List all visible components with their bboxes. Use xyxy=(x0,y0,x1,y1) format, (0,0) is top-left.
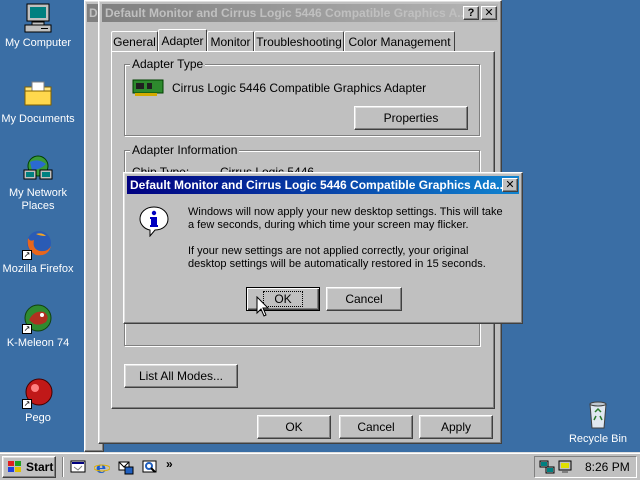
help-button[interactable]: ? xyxy=(463,6,479,20)
internet-explorer-icon[interactable]: e xyxy=(93,458,111,477)
dialog-titlebar: Default Monitor and Cirrus Logic 5446 Co… xyxy=(127,176,519,194)
pego-icon: ↗ xyxy=(22,377,54,409)
tab-monitor[interactable]: Monitor xyxy=(207,31,254,51)
close-icon: ✕ xyxy=(484,6,494,19)
tab-color-management[interactable]: Color Management xyxy=(344,31,455,51)
svg-text:e: e xyxy=(96,459,106,475)
dialog-message-2: If your new settings are not applied cor… xyxy=(188,245,486,270)
desktop-icon-label: My Network Places xyxy=(8,187,68,212)
outlook-icon[interactable] xyxy=(118,459,134,475)
desktop-icon-label: My Documents xyxy=(1,113,75,125)
adapter-name: Cirrus Logic 5446 Compatible Graphics Ad… xyxy=(172,81,427,95)
shortcut-arrow-icon: ↗ xyxy=(22,250,32,260)
shortcut-arrow-icon: ↗ xyxy=(22,324,32,334)
show-desktop-icon[interactable] xyxy=(70,459,86,475)
desktop-icon-my-documents[interactable]: My Documents xyxy=(0,78,76,126)
desktop-icon-my-network-places[interactable]: My Network Places xyxy=(0,152,76,213)
media-icon[interactable] xyxy=(142,459,158,475)
display-tray-icon[interactable] xyxy=(557,459,573,475)
start-label: Start xyxy=(26,460,54,474)
clock[interactable]: 8:26 PM xyxy=(585,460,630,474)
dialog-title: Default Monitor and Cirrus Logic 5446 Co… xyxy=(130,178,507,192)
desktop-icon-recycle-bin[interactable]: Recycle Bin xyxy=(560,398,636,446)
desktop-icon-k-meleon[interactable]: ↗ K-Meleon 74 xyxy=(0,302,76,350)
close-icon: ✕ xyxy=(505,178,515,191)
confirm-dialog: Default Monitor and Cirrus Logic 5446 Co… xyxy=(123,172,523,324)
system-tray: 8:26 PM xyxy=(534,456,637,478)
close-button[interactable]: ✕ xyxy=(481,6,497,20)
adapter-info-label: Adapter Information xyxy=(130,143,240,157)
desktop-icon-my-computer[interactable]: My Computer xyxy=(0,2,76,50)
tab-troubleshooting[interactable]: Troubleshooting xyxy=(254,31,344,51)
list-all-modes-button[interactable]: List All Modes... xyxy=(124,364,238,388)
window-title: Default Monitor and Cirrus Logic 5446 Co… xyxy=(105,6,468,20)
taskbar: Start e » 8:26 PM xyxy=(0,452,640,480)
taskbar-separator xyxy=(62,457,64,477)
tab-strip: General Adapter Monitor Troubleshooting … xyxy=(111,29,495,53)
windows-logo-icon xyxy=(7,460,23,474)
cancel-button[interactable]: Cancel xyxy=(339,415,413,439)
quick-launch-chevron[interactable]: » xyxy=(166,457,173,471)
desktop-icon-label: Mozilla Firefox xyxy=(2,263,74,275)
adapter-type-label: Adapter Type xyxy=(130,57,206,71)
apply-button[interactable]: Apply xyxy=(419,415,493,439)
dialog-cancel-button[interactable]: Cancel xyxy=(326,287,402,311)
network-tray-icon[interactable] xyxy=(539,459,555,475)
properties-titlebar: Default Monitor and Cirrus Logic 5446 Co… xyxy=(102,4,498,22)
start-button[interactable]: Start xyxy=(2,456,56,478)
desktop-icon-label: My Computer xyxy=(4,37,72,49)
dialog-close-button[interactable]: ✕ xyxy=(502,178,518,192)
desktop-icon-mozilla-firefox[interactable]: ↗ Mozilla Firefox xyxy=(0,228,76,276)
mouse-cursor xyxy=(256,295,270,318)
info-icon xyxy=(138,205,170,238)
firefox-icon: ↗ xyxy=(22,228,54,260)
network-icon xyxy=(22,152,54,184)
my-computer-icon xyxy=(22,2,54,34)
dialog-message-1: Windows will now apply your new desktop … xyxy=(188,206,503,231)
tab-general[interactable]: General xyxy=(111,31,158,51)
help-icon: ? xyxy=(467,6,475,19)
folder-icon xyxy=(22,78,54,110)
desktop-icon-label: Pego xyxy=(25,412,51,424)
desktop-icon-pego[interactable]: ↗ Pego xyxy=(0,377,76,425)
recycle-bin-icon xyxy=(582,398,614,430)
adapter-card-icon xyxy=(132,79,164,97)
desktop-icon-label: K-Meleon 74 xyxy=(6,337,70,349)
properties-button[interactable]: Properties xyxy=(354,106,468,130)
kmeleon-icon: ↗ xyxy=(22,302,54,334)
desktop-icon-label: Recycle Bin xyxy=(568,433,628,445)
ok-button[interactable]: OK xyxy=(257,415,331,439)
shortcut-arrow-icon: ↗ xyxy=(22,399,32,409)
tab-adapter[interactable]: Adapter xyxy=(158,29,207,51)
